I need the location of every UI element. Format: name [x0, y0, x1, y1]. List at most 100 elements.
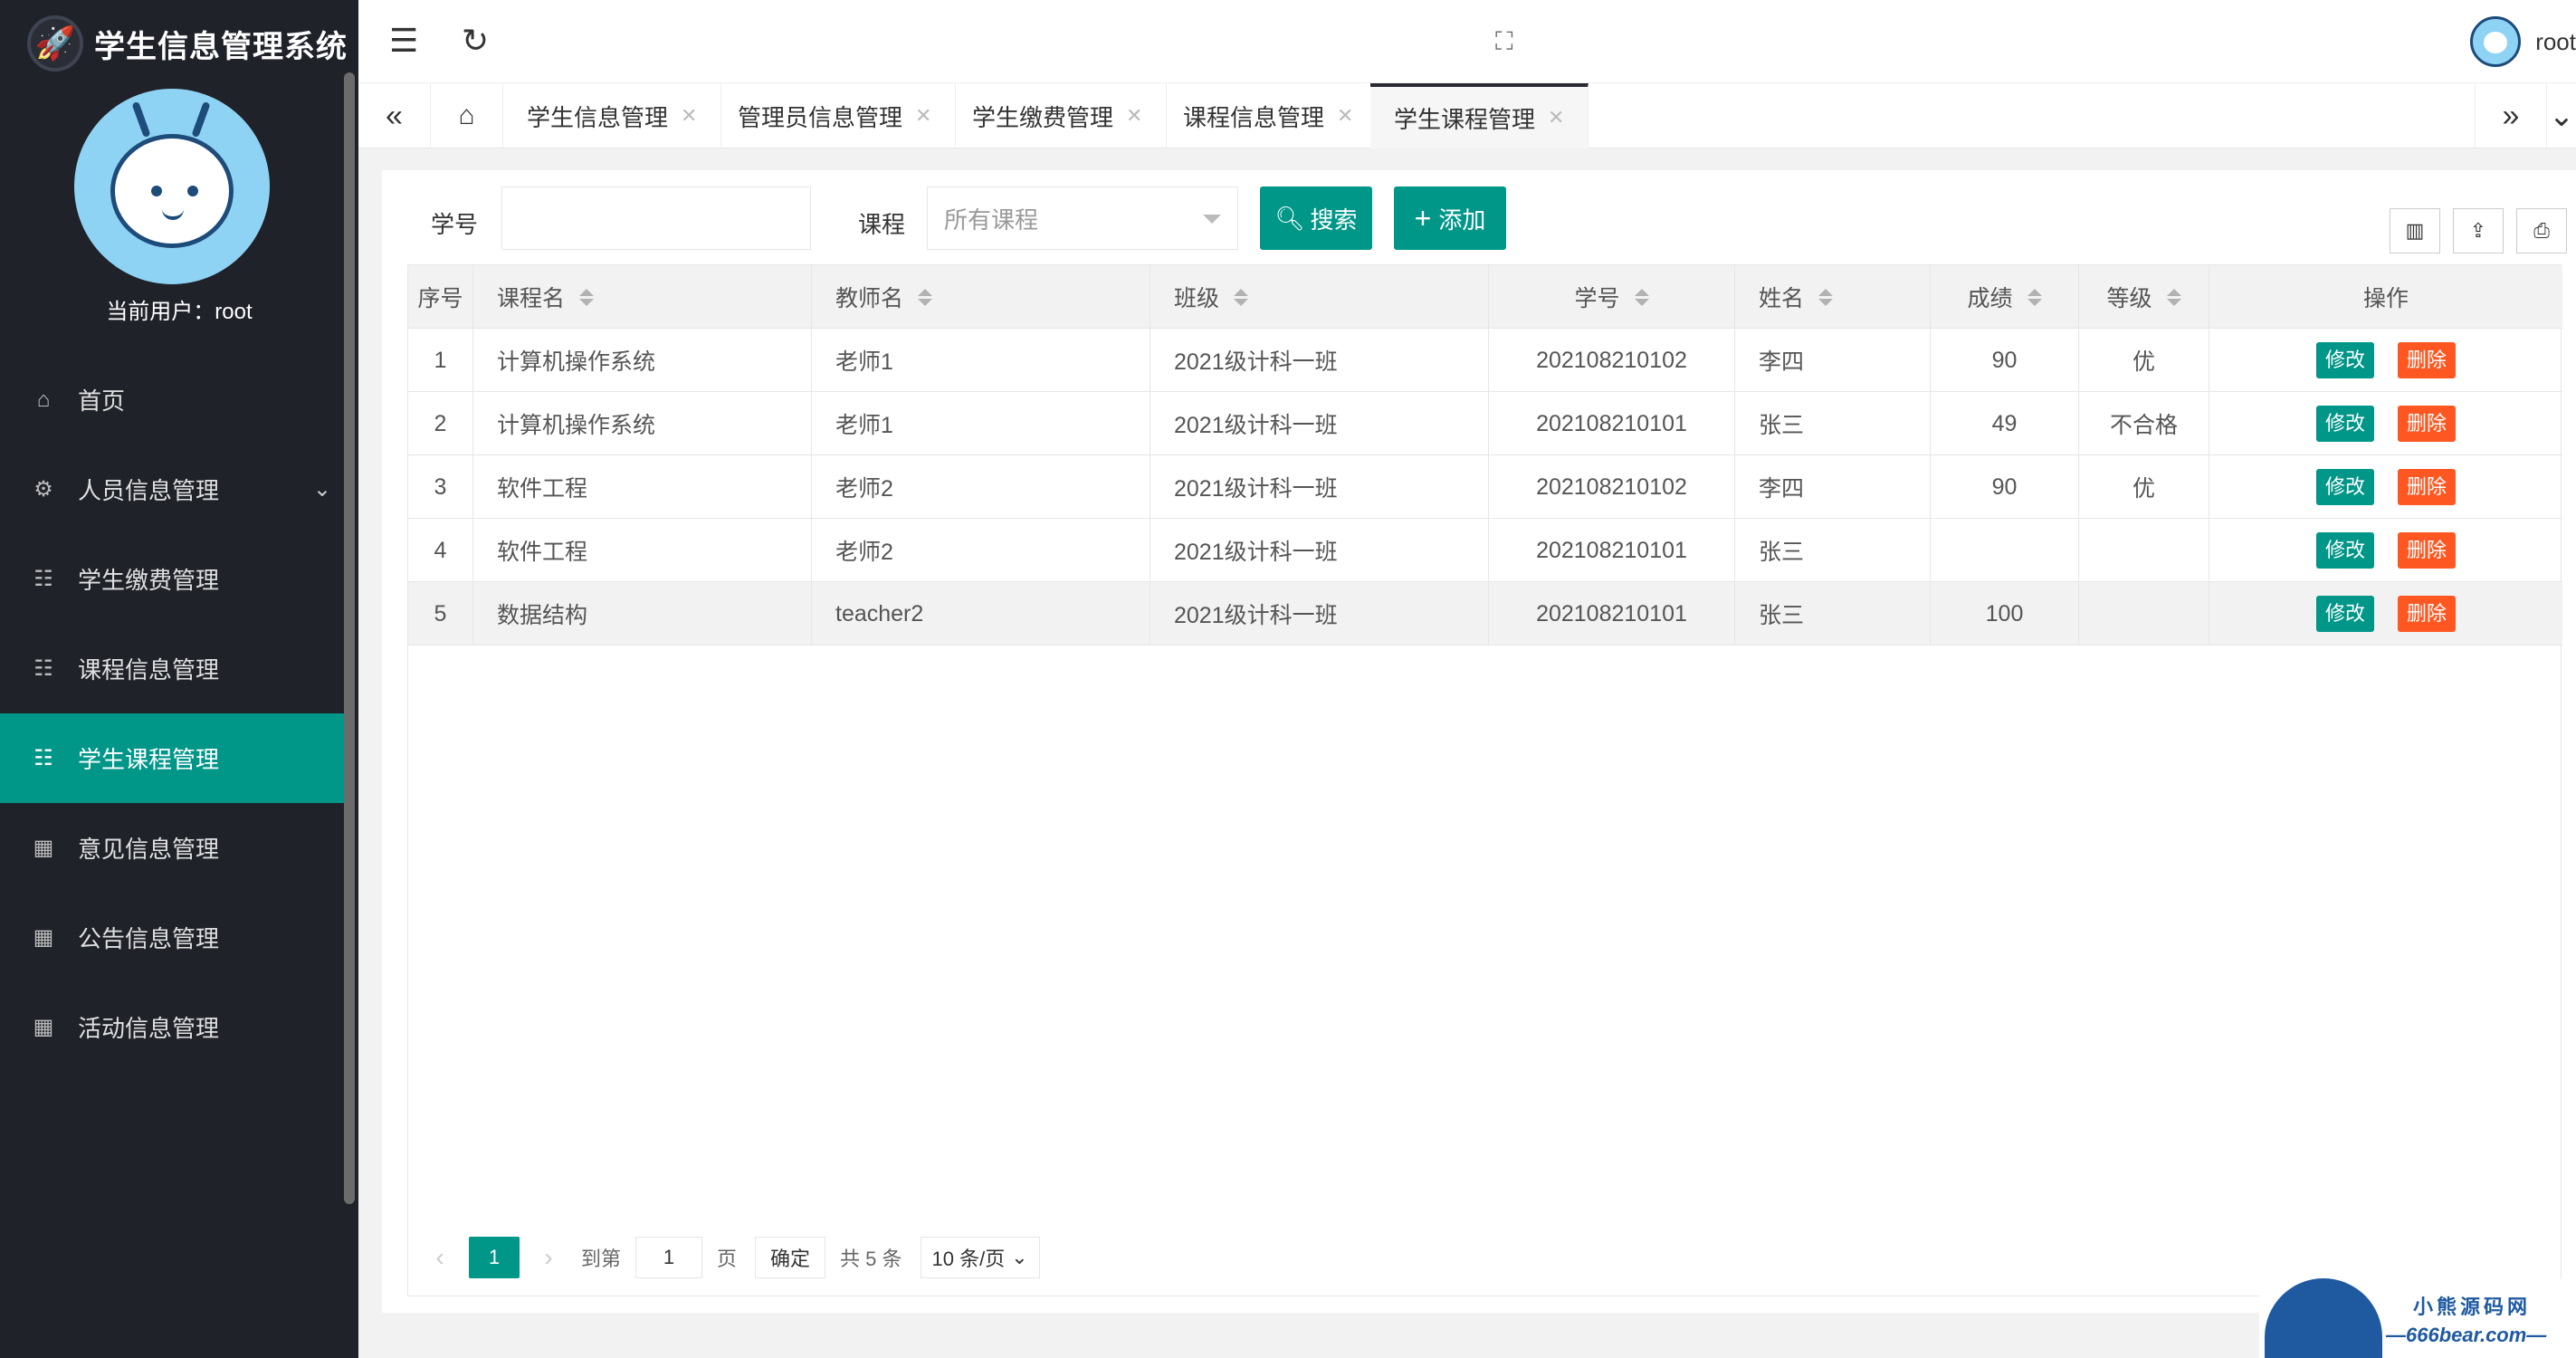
data-table: 序号 课程名 教师名 班级 学号 姓名 成绩 等级 操作 1 计算机操作系统 老… — [407, 264, 2562, 1296]
course-select-value: 所有课程 — [944, 206, 1039, 234]
column-header-student-no[interactable]: 学号 — [1489, 265, 1735, 329]
cell-student-no: 202108210101 — [1489, 519, 1735, 582]
current-user-label: 当前用户：root — [106, 300, 253, 324]
total-count: 共 5 条 — [840, 1248, 902, 1270]
columns-icon[interactable]: ▥ — [2390, 208, 2440, 253]
tab-scroll-right-icon[interactable]: » — [2475, 83, 2547, 148]
bear-logo-icon — [2265, 1278, 2382, 1358]
student-no-input[interactable] — [501, 186, 811, 250]
cell-no: 5 — [408, 582, 473, 646]
add-button[interactable]: + 添加 — [1394, 186, 1506, 250]
column-header-score[interactable]: 成绩 — [1931, 265, 2079, 329]
tab-student-info[interactable]: 学生信息管理 ✕ — [503, 83, 722, 148]
delete-button[interactable]: 删除 — [2398, 469, 2457, 505]
edit-button[interactable]: 修改 — [2315, 469, 2374, 505]
cell-actions: 修改 删除 — [2209, 519, 2562, 582]
page-unit-label: 页 — [717, 1248, 738, 1270]
edit-button[interactable]: 修改 — [2315, 532, 2374, 569]
app-logo[interactable]: 🚀 学生信息管理系统 — [27, 15, 348, 72]
cell-teacher: 老师1 — [812, 329, 1150, 392]
delete-button[interactable]: 删除 — [2398, 342, 2457, 378]
goto-label: 到第 — [581, 1248, 622, 1270]
tab-scroll-left-icon[interactable]: « — [358, 83, 431, 148]
goto-page-input[interactable]: 1 — [635, 1237, 703, 1278]
delete-button[interactable]: 删除 — [2398, 596, 2457, 632]
table-toolbar: ▥ ⇪ ⎙ — [2390, 208, 2567, 253]
refresh-icon[interactable]: ↻ — [462, 22, 489, 60]
delete-button[interactable]: 删除 — [2398, 532, 2457, 569]
cell-course: 软件工程 — [473, 455, 812, 519]
cell-class: 2021级计科一班 — [1150, 455, 1489, 519]
menu-toggle-icon[interactable]: ☰ — [389, 22, 418, 60]
tab-bar: « ⌂ 学生信息管理 ✕ 管理员信息管理 ✕ 学生缴费管理 ✕ 课程信息管理 ✕ 学生课… — [358, 83, 2576, 148]
delete-button[interactable]: 删除 — [2398, 406, 2457, 442]
fullscreen-icon[interactable]: ⛶ — [1495, 27, 1513, 57]
sidebar-item-course-info[interactable]: ☷ 课程信息管理 — [0, 624, 344, 713]
export-icon[interactable]: ⇪ — [2453, 208, 2504, 253]
sidebar-item-notice[interactable]: ▦ 公告信息管理 — [0, 893, 344, 982]
cell-score: 100 — [1931, 582, 2079, 646]
table-row: 4 软件工程 老师2 2021级计科一班 202108210101 张三 修改 … — [408, 519, 2562, 582]
goto-confirm-button[interactable]: 确定 — [755, 1237, 826, 1278]
chevron-down-icon[interactable]: ⌄ — [2547, 83, 2576, 148]
sidebar-item-home[interactable]: ⌂ 首页 — [0, 355, 344, 445]
cell-course: 计算机操作系统 — [473, 329, 812, 392]
column-header-class[interactable]: 班级 — [1150, 265, 1489, 329]
tab-label: 学生课程管理 — [1394, 105, 1536, 133]
page-size-select[interactable]: 10 条/页 ⌄ — [920, 1237, 1040, 1278]
list-icon: ☷ — [33, 746, 53, 770]
tab-payment[interactable]: 学生缴费管理 ✕ — [949, 83, 1168, 148]
tab-admin-info[interactable]: 管理员信息管理 ✕ — [714, 83, 957, 148]
sidebar-item-personnel[interactable]: ⚙ 人员信息管理 ⌄ — [0, 445, 344, 534]
cell-class: 2021级计科一班 — [1150, 392, 1489, 455]
table-row: 5 数据结构 teacher2 2021级计科一班 202108210101 张… — [408, 582, 2562, 646]
column-header-no[interactable]: 序号 — [408, 265, 473, 329]
cell-grade — [2079, 519, 2209, 582]
sidebar-menu: ⌂ 首页 ⚙ 人员信息管理 ⌄ ☷ 学生缴费管理 ☷ 课程信息管理 ☷ 学生课程… — [0, 355, 344, 1072]
close-icon[interactable]: ✕ — [1548, 106, 1564, 129]
sidebar-item-label: 学生课程管理 — [78, 746, 220, 773]
close-icon[interactable]: ✕ — [1337, 104, 1353, 128]
close-icon[interactable]: ✕ — [915, 104, 931, 128]
sidebar-item-label: 意见信息管理 — [78, 836, 220, 863]
course-select[interactable]: 所有课程 — [927, 186, 1238, 250]
cell-class: 2021级计科一班 — [1150, 329, 1489, 392]
sidebar-item-payment[interactable]: ☷ 学生缴费管理 — [0, 534, 344, 624]
header-user[interactable]: root — [2470, 16, 2576, 67]
search-button[interactable]: 🔍︎ 搜索 — [1260, 186, 1372, 250]
search-icon: 🔍︎ — [1274, 204, 1305, 232]
header: ☰ ↻ ⛶ root — [358, 0, 2576, 83]
prev-page-icon[interactable]: ‹ — [422, 1243, 458, 1272]
cell-actions: 修改 删除 — [2209, 329, 2562, 392]
pagination: ‹ 1 › 到第 1 页 确定 共 5 条 10 条/页 ⌄ — [422, 1235, 1040, 1280]
cell-student-no: 202108210102 — [1489, 455, 1735, 519]
sidebar-scrollbar[interactable] — [344, 72, 355, 1204]
column-header-teacher[interactable]: 教师名 — [812, 265, 1150, 329]
column-header-course[interactable]: 课程名 — [473, 265, 812, 329]
column-header-name[interactable]: 姓名 — [1735, 265, 1931, 329]
table-row: 2 计算机操作系统 老师1 2021级计科一班 202108210101 张三 … — [408, 392, 2562, 455]
next-page-icon[interactable]: › — [530, 1243, 567, 1272]
cell-name: 张三 — [1735, 519, 1931, 582]
edit-button[interactable]: 修改 — [2315, 342, 2374, 378]
edit-button[interactable]: 修改 — [2315, 406, 2374, 442]
close-icon[interactable]: ✕ — [681, 104, 697, 128]
page-number-current[interactable]: 1 — [469, 1237, 520, 1278]
sidebar-item-label: 公告信息管理 — [78, 925, 220, 952]
cell-name: 李四 — [1735, 329, 1931, 392]
edit-button[interactable]: 修改 — [2315, 596, 2374, 632]
column-header-actions: 操作 — [2362, 286, 2409, 311]
cell-no: 1 — [408, 329, 473, 392]
sidebar-item-feedback[interactable]: ▦ 意见信息管理 — [0, 803, 344, 893]
sidebar-item-student-course[interactable]: ☷ 学生课程管理 — [0, 713, 344, 803]
tab-student-course[interactable]: 学生课程管理 ✕ — [1370, 83, 1589, 148]
tab-course-info[interactable]: 课程信息管理 ✕ — [1159, 83, 1379, 148]
grid-icon: ▦ — [33, 836, 54, 860]
list-icon: ☷ — [33, 567, 53, 591]
home-tab-icon[interactable]: ⌂ — [431, 83, 503, 148]
print-icon[interactable]: ⎙ — [2516, 208, 2567, 253]
page-size-value: 10 条/页 — [931, 1248, 1006, 1270]
close-icon[interactable]: ✕ — [1126, 104, 1142, 128]
column-header-grade[interactable]: 等级 — [2079, 265, 2209, 329]
sidebar-item-activity[interactable]: ▦ 活动信息管理 — [0, 982, 344, 1072]
